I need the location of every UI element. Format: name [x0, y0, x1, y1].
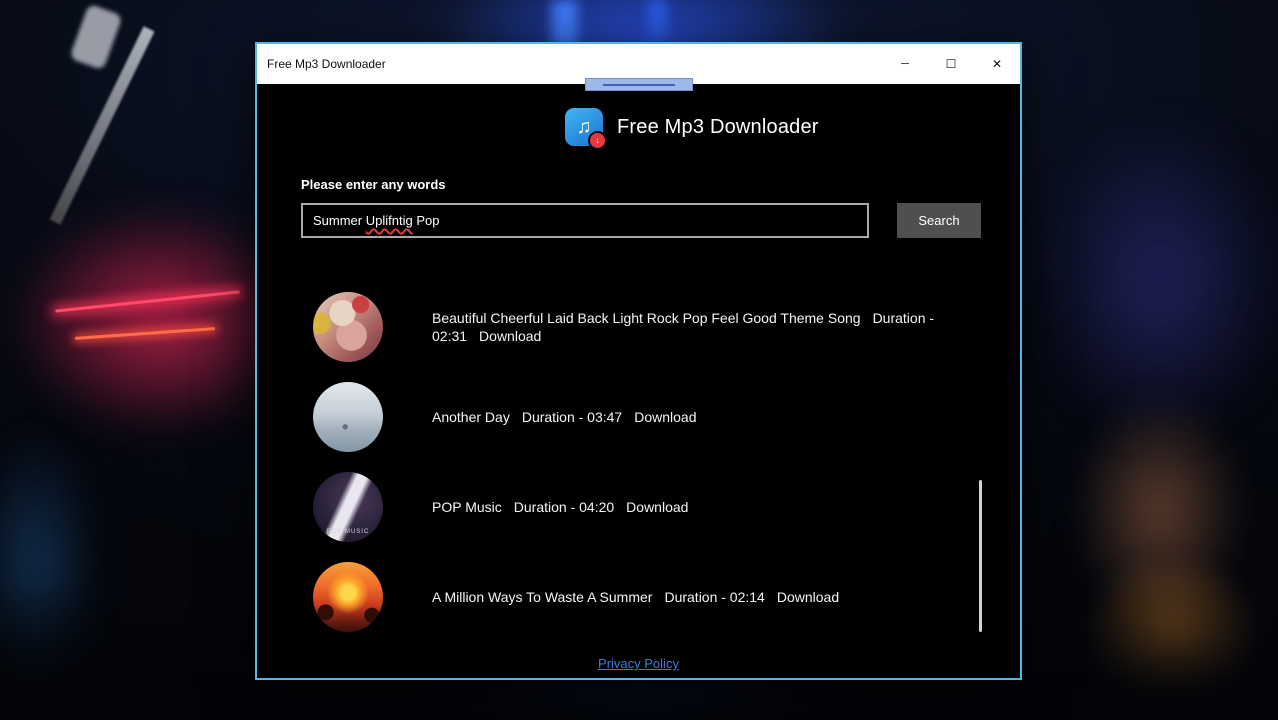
- app-content: ♫ ↓ Free Mp3 Downloader Please enter any…: [257, 84, 1020, 678]
- minimize-icon: ─: [901, 58, 909, 70]
- app-window: Free Mp3 Downloader ─ ☐ ✕ ♫ ↓ Free Mp3 D…: [255, 42, 1022, 680]
- search-input[interactable]: Summer Uplifntig Pop: [301, 203, 869, 238]
- pinup-woman-photo: [313, 292, 383, 362]
- window-controls: ─ ☐ ✕: [882, 44, 1020, 84]
- window-title: Free Mp3 Downloader: [267, 57, 386, 71]
- result-row: POP MUSIC POP Music Duration - 04:20 Downl…: [313, 472, 973, 542]
- result-title: A Million Ways To Waste A Summer: [432, 588, 653, 605]
- app-logo-icon: ♫ ↓: [565, 108, 607, 150]
- result-duration: Duration - 02:14: [664, 588, 765, 605]
- search-text: Summer: [313, 213, 366, 228]
- results-scrollbar[interactable]: [979, 480, 982, 632]
- search-label: Please enter any words: [301, 177, 446, 192]
- result-text: POP Music Duration - 04:20 Download: [432, 498, 940, 516]
- microphone-photo: POP MUSIC: [313, 472, 383, 542]
- minimize-button[interactable]: ─: [882, 44, 928, 84]
- bg-light-beam: [648, 0, 666, 40]
- bg-neon-tube: [55, 290, 240, 313]
- result-row: Another Day Duration - 03:47 Download: [313, 382, 973, 452]
- download-link[interactable]: Download: [634, 409, 696, 425]
- results-list: Beautiful Cheerful Laid Back Light Rock …: [313, 292, 973, 652]
- thumb-caption: POP MUSIC: [326, 529, 370, 535]
- app-title: Free Mp3 Downloader: [617, 115, 819, 138]
- bg-acoustic-guitar: [1085, 555, 1260, 705]
- result-title: POP Music: [432, 498, 502, 515]
- search-button[interactable]: Search: [897, 203, 981, 238]
- download-link[interactable]: Download: [777, 589, 839, 605]
- footer: Privacy Policy: [257, 656, 1020, 671]
- close-button[interactable]: ✕: [974, 44, 1020, 84]
- search-text-misspelled: Uplifntig: [365, 213, 413, 228]
- result-row: A Million Ways To Waste A Summer Duration…: [313, 562, 973, 632]
- result-text: A Million Ways To Waste A Summer Duration…: [432, 588, 940, 606]
- download-link[interactable]: Download: [626, 499, 688, 515]
- maximize-icon: ☐: [945, 57, 957, 71]
- result-text: Another Day Duration - 03:47 Download: [432, 408, 940, 426]
- bg-neon-tube: [75, 327, 215, 340]
- result-row: Beautiful Cheerful Laid Back Light Rock …: [313, 292, 973, 362]
- search-text: Pop: [412, 213, 440, 228]
- sunset-palms-photo: [313, 562, 383, 632]
- download-badge-icon: ↓: [588, 131, 607, 150]
- privacy-policy-link[interactable]: Privacy Policy: [598, 656, 679, 671]
- titlebar-reveal-handle[interactable]: [584, 78, 693, 91]
- app-header: ♫ ↓ Free Mp3 Downloader: [565, 108, 819, 150]
- result-title: Another Day: [432, 408, 510, 425]
- bg-guitarist-silhouette: [1075, 395, 1245, 625]
- result-text: Beautiful Cheerful Laid Back Light Rock …: [432, 309, 940, 346]
- bg-guitar-neck: [49, 26, 155, 225]
- desktop-background: Free Mp3 Downloader ─ ☐ ✕ ♫ ↓ Free Mp3 D…: [0, 0, 1278, 720]
- bg-purple-haze: [1040, 120, 1278, 440]
- maximize-button[interactable]: ☐: [928, 44, 974, 84]
- bg-light-beam: [552, 0, 578, 46]
- misty-beach-photo: [313, 382, 383, 452]
- download-link[interactable]: Download: [479, 328, 541, 344]
- bg-guitar-headstock: [69, 3, 123, 71]
- close-icon: ✕: [991, 57, 1003, 71]
- drag-handle-line: [602, 83, 675, 86]
- result-duration: Duration - 03:47: [521, 408, 623, 425]
- result-title: Beautiful Cheerful Laid Back Light Rock …: [432, 309, 861, 326]
- result-duration: Duration - 04:20: [513, 498, 615, 515]
- bg-keyboard-glow: [0, 430, 100, 690]
